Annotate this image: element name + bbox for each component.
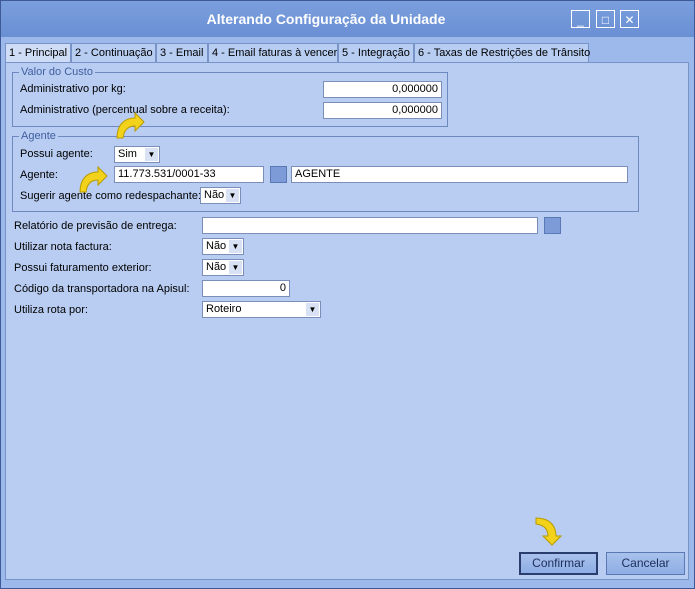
maximize-button[interactable]: □ [596, 10, 615, 28]
codigo-transportadora-label: Código da transportadora na Apisul: [14, 283, 190, 295]
title-bar[interactable]: Alterando Configuração da Unidade _ □ ✕ [1, 1, 694, 37]
agente-legend: Agente [19, 130, 58, 142]
chevron-down-icon: ▼ [229, 240, 242, 253]
chevron-down-icon: ▼ [226, 189, 239, 202]
tab-email[interactable]: 3 - Email [156, 43, 208, 62]
admin-kg-label: Administrativo por kg: [20, 83, 126, 95]
agente-lookup-button[interactable] [270, 166, 287, 183]
tab-principal[interactable]: 1 - Principal [5, 43, 71, 64]
cancelar-button[interactable]: Cancelar [606, 552, 685, 575]
tab-taxas[interactable]: 6 - Taxas de Restrições de Trânsito [414, 43, 590, 62]
agente-name-field[interactable]: AGENTE [291, 166, 628, 183]
minimize-button[interactable]: _ [571, 10, 590, 28]
close-button[interactable]: ✕ [620, 10, 639, 28]
tab-email-faturas[interactable]: 4 - Email faturas à vencer [208, 43, 338, 62]
admin-pct-field[interactable]: 0,000000 [323, 102, 442, 119]
possui-agente-label: Possui agente: [20, 148, 93, 160]
window-title: Alterando Configuração da Unidade [206, 11, 446, 27]
valor-custo-group: Valor do Custo Administrativo por kg: 0,… [12, 66, 448, 127]
valor-custo-legend: Valor do Custo [19, 66, 95, 78]
tab-integracao[interactable]: 5 - Integração [338, 43, 414, 62]
nota-factura-label: Utilizar nota factura: [14, 241, 112, 253]
rota-value: Roteiro [206, 303, 242, 315]
relatorio-field[interactable] [202, 217, 538, 234]
sugerir-agente-label: Sugerir agente como redespachante: [20, 190, 202, 202]
sugerir-agente-value: Não [204, 189, 225, 201]
relatorio-lookup-button[interactable] [544, 217, 561, 234]
possui-agente-select[interactable]: Sim ▼ [114, 146, 160, 163]
pointer-arrow-icon [535, 517, 562, 546]
confirmar-button[interactable]: Confirmar [519, 552, 598, 575]
nota-factura-select[interactable]: Não ▼ [202, 238, 244, 255]
possui-agente-value: Sim [118, 148, 137, 160]
codigo-transportadora-field[interactable]: 0 [202, 280, 290, 297]
tab-panel-principal: Valor do Custo Administrativo por kg: 0,… [5, 62, 689, 580]
relatorio-label: Relatório de previsão de entrega: [14, 220, 177, 232]
sugerir-agente-select[interactable]: Não ▼ [200, 187, 241, 204]
agente-label: Agente: [20, 169, 58, 181]
rota-label: Utiliza rota por: [14, 304, 88, 316]
nota-factura-value: Não [206, 240, 227, 252]
pointer-arrow-icon [79, 166, 108, 193]
admin-kg-field[interactable]: 0,000000 [323, 81, 442, 98]
faturamento-exterior-label: Possui faturamento exterior: [14, 262, 152, 274]
chevron-down-icon: ▼ [229, 261, 242, 274]
pointer-arrow-icon [116, 112, 145, 139]
chevron-down-icon: ▼ [306, 303, 319, 316]
dialog-window: Alterando Configuração da Unidade _ □ ✕ … [0, 0, 695, 589]
faturamento-exterior-select[interactable]: Não ▼ [202, 259, 244, 276]
tab-continuacao[interactable]: 2 - Continuação [71, 43, 156, 62]
chevron-down-icon: ▼ [145, 148, 158, 161]
agente-cnpj-field[interactable]: 11.773.531/0001-33 [114, 166, 264, 183]
faturamento-exterior-value: Não [206, 261, 227, 273]
rota-select[interactable]: Roteiro ▼ [202, 301, 321, 318]
